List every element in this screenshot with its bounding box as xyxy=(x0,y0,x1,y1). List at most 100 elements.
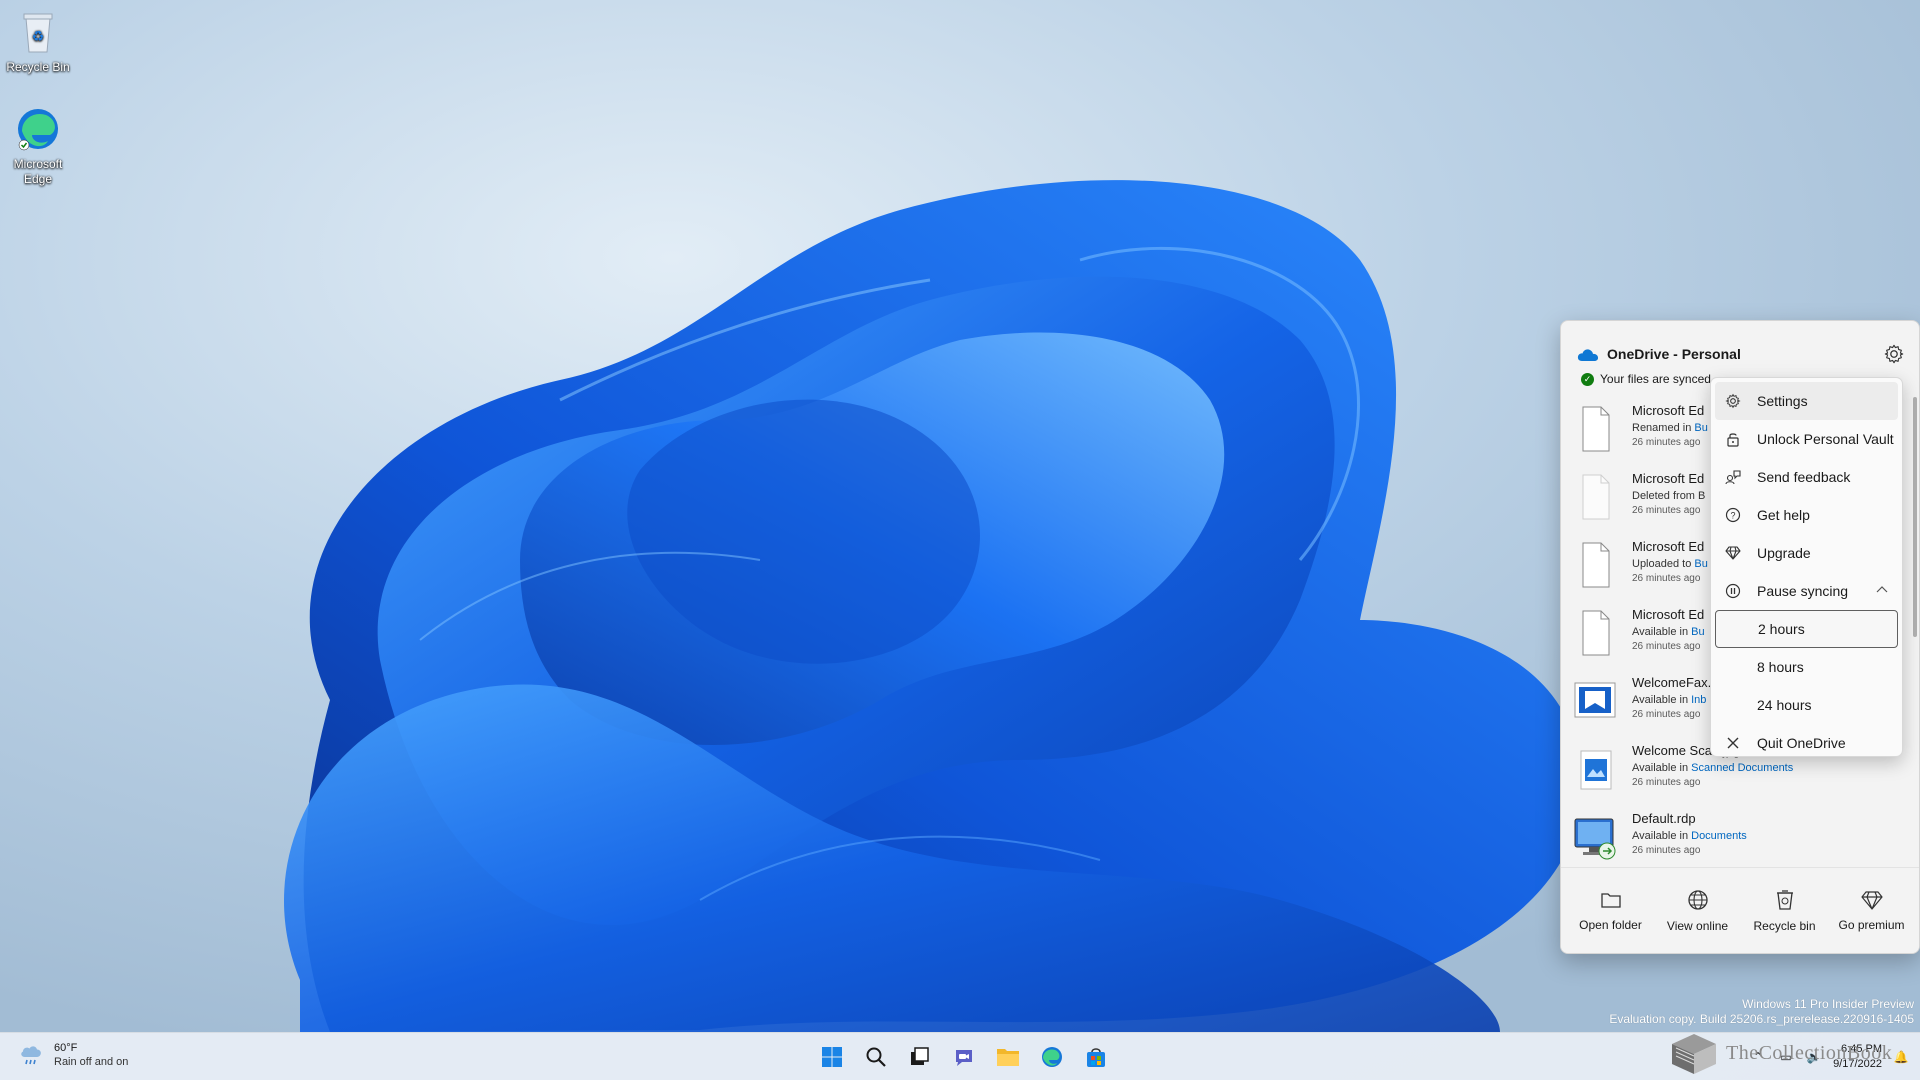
menu-item-unlock-vault[interactable]: Unlock Personal Vault xyxy=(1715,420,1898,458)
search-button[interactable] xyxy=(856,1039,896,1075)
menu-label: Settings xyxy=(1757,393,1808,409)
document-icon xyxy=(1582,542,1610,588)
file-name: Microsoft Ed xyxy=(1632,471,1705,486)
chat-button[interactable] xyxy=(944,1039,984,1075)
go-premium-label: Go premium xyxy=(1838,917,1905,932)
edge-label: Microsoft Edge xyxy=(13,157,63,186)
windows-logo-icon xyxy=(822,1047,842,1067)
menu-item-quit-onedrive[interactable]: Quit OneDrive xyxy=(1715,724,1898,762)
teams-chat-icon xyxy=(956,1050,972,1066)
file-location-link[interactable]: Bu xyxy=(1694,422,1707,434)
open-folder-button[interactable]: Open folder xyxy=(1569,890,1653,932)
close-icon xyxy=(1727,737,1739,749)
menu-item-send-feedback[interactable]: Send feedback xyxy=(1715,458,1898,496)
file-action: Available in Inb xyxy=(1632,694,1707,706)
start-button[interactable] xyxy=(812,1039,852,1075)
pause-option-8-hours[interactable]: 8 hours xyxy=(1715,648,1898,686)
file-time: 26 minutes ago xyxy=(1632,437,1701,448)
search-icon xyxy=(866,1047,886,1067)
sync-status-text: Your files are synced xyxy=(1600,372,1711,386)
diamond-icon xyxy=(1725,546,1741,560)
store-button[interactable] xyxy=(1076,1039,1116,1075)
synced-check-icon: ✓ xyxy=(1581,372,1594,386)
edge-icon xyxy=(1042,1047,1062,1067)
edge-taskbar-button[interactable] xyxy=(1032,1039,1072,1075)
menu-label: 2 hours xyxy=(1758,621,1805,637)
globe-icon xyxy=(1687,889,1708,910)
file-action: Deleted from B xyxy=(1632,490,1706,502)
help-icon: ? xyxy=(1725,507,1741,523)
brand-text: TheCollectionBook xyxy=(1726,1041,1893,1064)
weather-widget[interactable]: 60°F Rain off and on xyxy=(18,1041,128,1069)
notification-bell-icon[interactable]: 🔔 xyxy=(1892,1048,1910,1066)
go-premium-button[interactable]: Go premium xyxy=(1830,890,1914,932)
menu-item-get-help[interactable]: ? Get help xyxy=(1715,496,1898,534)
menu-label: Get help xyxy=(1757,507,1810,523)
recycle-bin-icon: ♻ xyxy=(14,8,62,56)
list-item[interactable]: Default.rdp Available in Documents 26 mi… xyxy=(1561,805,1919,873)
feedback-icon xyxy=(1725,470,1741,485)
task-view-icon xyxy=(911,1047,929,1065)
document-faded-icon xyxy=(1582,474,1610,520)
menu-label: Unlock Personal Vault xyxy=(1757,431,1894,447)
file-action: Renamed in Bu xyxy=(1632,422,1708,434)
taskbar-apps xyxy=(812,1039,1116,1075)
task-view-button[interactable] xyxy=(900,1039,940,1075)
file-action: Available in Bu xyxy=(1632,626,1705,638)
chevron-up-icon xyxy=(1876,586,1888,593)
file-action: Uploaded to Bu xyxy=(1632,558,1708,570)
file-action: Available in Scanned Documents xyxy=(1632,762,1794,774)
gear-icon xyxy=(1725,393,1741,409)
file-name: Microsoft Ed xyxy=(1632,607,1705,622)
file-location-link[interactable]: Inb xyxy=(1691,694,1706,706)
onedrive-title: OneDrive - Personal xyxy=(1607,346,1741,362)
menu-item-pause-syncing[interactable]: Pause syncing xyxy=(1715,572,1898,610)
remote-desktop-icon xyxy=(1574,818,1616,860)
recycle-bin-desktop-icon[interactable]: ♻ Recycle Bin xyxy=(0,8,76,75)
file-location-link[interactable]: Bu xyxy=(1691,626,1704,638)
file-time: 26 minutes ago xyxy=(1632,777,1701,788)
file-time: 26 minutes ago xyxy=(1632,505,1701,516)
file-explorer-button[interactable] xyxy=(988,1039,1028,1075)
weather-condition: Rain off and on xyxy=(54,1056,129,1068)
menu-label: Quit OneDrive xyxy=(1757,735,1846,751)
svg-text:♻: ♻ xyxy=(32,28,45,44)
pause-option-2-hours[interactable]: 2 hours xyxy=(1715,610,1898,648)
store-icon xyxy=(1087,1048,1105,1067)
recycle-bin-label: Recycle Bin xyxy=(6,60,70,74)
document-icon xyxy=(1582,610,1610,656)
gear-icon[interactable] xyxy=(1883,343,1905,365)
brand-watermark: TheCollectionBook xyxy=(1668,1030,1892,1076)
menu-label: Send feedback xyxy=(1757,469,1851,485)
sync-status: ✓ Your files are synced xyxy=(1581,372,1711,386)
image-icon xyxy=(1574,682,1616,718)
windows-watermark: Windows 11 Pro Insider Preview Evaluatio… xyxy=(1609,997,1914,1027)
file-time: 26 minutes ago xyxy=(1632,641,1701,652)
onedrive-settings-menu: Settings Unlock Personal Vault Send feed… xyxy=(1710,377,1903,757)
file-action: Available in Documents xyxy=(1632,830,1747,842)
onedrive-cloud-icon xyxy=(1577,349,1599,361)
file-location-link[interactable]: Scanned Documents xyxy=(1691,762,1793,774)
file-time: 26 minutes ago xyxy=(1632,709,1701,720)
file-name: Default.rdp xyxy=(1632,811,1696,826)
menu-item-upgrade[interactable]: Upgrade xyxy=(1715,534,1898,572)
diamond-icon xyxy=(1860,890,1883,910)
view-online-button[interactable]: View online xyxy=(1656,889,1740,933)
recycle-bin-button[interactable]: Recycle bin xyxy=(1743,889,1827,933)
pause-option-24-hours[interactable]: 24 hours xyxy=(1715,686,1898,724)
file-time: 26 minutes ago xyxy=(1632,573,1701,584)
menu-label: Pause syncing xyxy=(1757,583,1849,599)
svg-text:?: ? xyxy=(1730,511,1735,521)
file-location-link[interactable]: Documents xyxy=(1691,830,1747,842)
menu-item-settings[interactable]: Settings xyxy=(1715,382,1898,420)
scrollbar[interactable] xyxy=(1913,397,1917,637)
open-folder-label: Open folder xyxy=(1579,917,1642,932)
edge-desktop-icon[interactable]: Microsoft Edge xyxy=(0,105,76,187)
view-online-label: View online xyxy=(1666,918,1729,933)
folder-icon xyxy=(1600,892,1621,908)
watermark-line1: Windows 11 Pro Insider Preview xyxy=(1742,997,1914,1011)
menu-label: 24 hours xyxy=(1757,697,1812,713)
watermark-line2: Evaluation copy. Build 25206.rs_prerelea… xyxy=(1609,1012,1914,1026)
taskbar: 60°F Rain off and on ⌃ ▭ 🔈 6:45 PM 9/17/… xyxy=(0,1032,1920,1080)
file-location-link[interactable]: Bu xyxy=(1694,558,1707,570)
